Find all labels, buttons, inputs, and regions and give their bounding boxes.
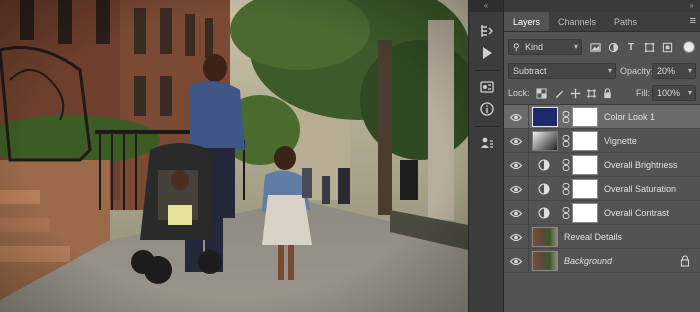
- filter-kind-label: Kind: [525, 42, 544, 52]
- adjustment-filter-icon[interactable]: [606, 40, 620, 54]
- solid-color-thumbnail[interactable]: [532, 107, 558, 127]
- row-divider: [528, 177, 529, 201]
- row-divider: [528, 201, 529, 225]
- play-action-icon[interactable]: [475, 42, 499, 64]
- lock-transparent-pixels-icon[interactable]: [534, 86, 548, 100]
- layer-mask-thumbnail[interactable]: [572, 155, 598, 175]
- layer-name[interactable]: Vignette: [604, 129, 637, 153]
- lock-artboard-icon[interactable]: [584, 86, 598, 100]
- chevron-down-icon: ▾: [607, 66, 612, 75]
- chevron-down-icon: ▾: [573, 42, 578, 51]
- layer-mask-thumbnail[interactable]: [572, 131, 598, 151]
- row-divider: [528, 249, 529, 273]
- layer-mask-thumbnail[interactable]: [572, 179, 598, 199]
- visibility-eye-icon[interactable]: [509, 159, 523, 171]
- mask-link-icon[interactable]: [562, 159, 570, 171]
- opacity-field[interactable]: 20% ▾: [652, 63, 696, 79]
- toolbar-divider: [475, 70, 499, 71]
- layer-lock-icon[interactable]: [680, 255, 690, 267]
- adjustments-panel-icon[interactable]: [475, 76, 499, 98]
- lock-all-icon[interactable]: [600, 86, 614, 100]
- layer-row-overall-brightness[interactable]: Overall Brightness: [504, 153, 700, 177]
- image-thumbnail[interactable]: [532, 227, 558, 247]
- toolbar-divider: [475, 126, 499, 127]
- info-icon[interactable]: [475, 98, 499, 120]
- mask-link-icon[interactable]: [562, 183, 570, 195]
- lock-row: Lock: Fill: 100% ▾: [504, 82, 700, 104]
- panel-collapse-button[interactable]: »: [504, 0, 700, 12]
- side-panel-dock: «: [468, 0, 504, 312]
- properties-icon[interactable]: [475, 132, 499, 154]
- layer-row-overall-contrast[interactable]: Overall Contrast: [504, 201, 700, 225]
- visibility-eye-icon[interactable]: [509, 183, 523, 195]
- filter-toggle[interactable]: [683, 41, 695, 53]
- layer-row-vignette[interactable]: Vignette: [504, 129, 700, 153]
- layer-name[interactable]: Color Look 1: [604, 105, 655, 129]
- panel-tabs: Layers Channels Paths ≡: [504, 12, 700, 32]
- chevron-down-icon: ▾: [687, 88, 692, 97]
- shape-filter-icon[interactable]: [642, 40, 656, 54]
- lock-position-icon[interactable]: [568, 86, 582, 100]
- fill-label: Fill:: [636, 88, 650, 98]
- opacity-label: Opacity:: [620, 66, 654, 76]
- mask-link-icon[interactable]: [562, 135, 570, 147]
- hamburger-menu-icon[interactable]: ≡: [690, 15, 696, 27]
- fill-value: 100%: [657, 88, 681, 98]
- type-filter-icon[interactable]: T: [624, 40, 638, 54]
- tab-channels[interactable]: Channels: [549, 12, 605, 31]
- blend-mode-value: Subtract: [513, 66, 547, 76]
- history-icon[interactable]: [475, 20, 499, 42]
- layer-row-overall-saturation[interactable]: Overall Saturation: [504, 177, 700, 201]
- adjustment-layer-icon[interactable]: [538, 207, 550, 219]
- smart-object-filter-icon[interactable]: [660, 40, 674, 54]
- row-divider: [528, 153, 529, 177]
- layer-filter-row: ⚲ Kind ▾ T: [504, 36, 700, 58]
- layer-name[interactable]: Reveal Details: [564, 225, 622, 249]
- document-canvas[interactable]: [0, 0, 468, 312]
- layer-name[interactable]: Overall Contrast: [604, 201, 669, 225]
- tab-layers[interactable]: Layers: [504, 12, 550, 31]
- row-divider: [528, 129, 529, 153]
- visibility-eye-icon[interactable]: [509, 255, 523, 267]
- layer-name[interactable]: Background: [564, 249, 612, 273]
- search-icon: ⚲: [513, 42, 520, 52]
- tab-paths[interactable]: Paths: [605, 12, 646, 31]
- gradient-fill-thumbnail[interactable]: [532, 131, 558, 151]
- mask-link-icon[interactable]: [562, 207, 570, 219]
- layer-name[interactable]: Overall Brightness: [604, 153, 678, 177]
- layer-name[interactable]: Overall Saturation: [604, 177, 676, 201]
- visibility-eye-icon[interactable]: [509, 231, 523, 243]
- visibility-eye-icon[interactable]: [509, 111, 523, 123]
- lock-label: Lock:: [508, 88, 530, 98]
- adjustment-layer-icon[interactable]: [538, 183, 550, 195]
- layer-list: Color Look 1 Vignette Overall Brightness: [504, 104, 700, 312]
- layer-row-background[interactable]: Background: [504, 249, 700, 273]
- layer-row-color-look-1[interactable]: Color Look 1: [504, 105, 700, 129]
- visibility-eye-icon[interactable]: [509, 135, 523, 147]
- image-filter-icon[interactable]: [588, 40, 602, 54]
- dock-collapse-button[interactable]: «: [469, 0, 503, 12]
- blend-row: Subtract ▾ Opacity: 20% ▾: [504, 60, 700, 82]
- layer-mask-thumbnail[interactable]: [572, 107, 598, 127]
- lock-image-pixels-icon[interactable]: [552, 86, 566, 100]
- fill-field[interactable]: 100% ▾: [652, 85, 696, 101]
- adjustment-layer-icon[interactable]: [538, 159, 550, 171]
- blend-mode-select[interactable]: Subtract ▾: [508, 63, 616, 79]
- filter-kind-select[interactable]: ⚲ Kind ▾: [508, 39, 582, 55]
- layer-row-reveal-details[interactable]: Reveal Details: [504, 225, 700, 249]
- image-thumbnail[interactable]: [532, 251, 558, 271]
- street-photo: [0, 0, 468, 312]
- chevron-down-icon: ▾: [687, 66, 692, 75]
- visibility-eye-icon[interactable]: [509, 207, 523, 219]
- mask-link-icon[interactable]: [562, 111, 570, 123]
- layers-panel: » Layers Channels Paths ≡ ⚲ Kind ▾ T Sub…: [504, 0, 700, 312]
- row-divider: [528, 225, 529, 249]
- layer-mask-thumbnail[interactable]: [572, 203, 598, 223]
- row-divider: [528, 105, 529, 129]
- opacity-value: 20%: [657, 66, 676, 76]
